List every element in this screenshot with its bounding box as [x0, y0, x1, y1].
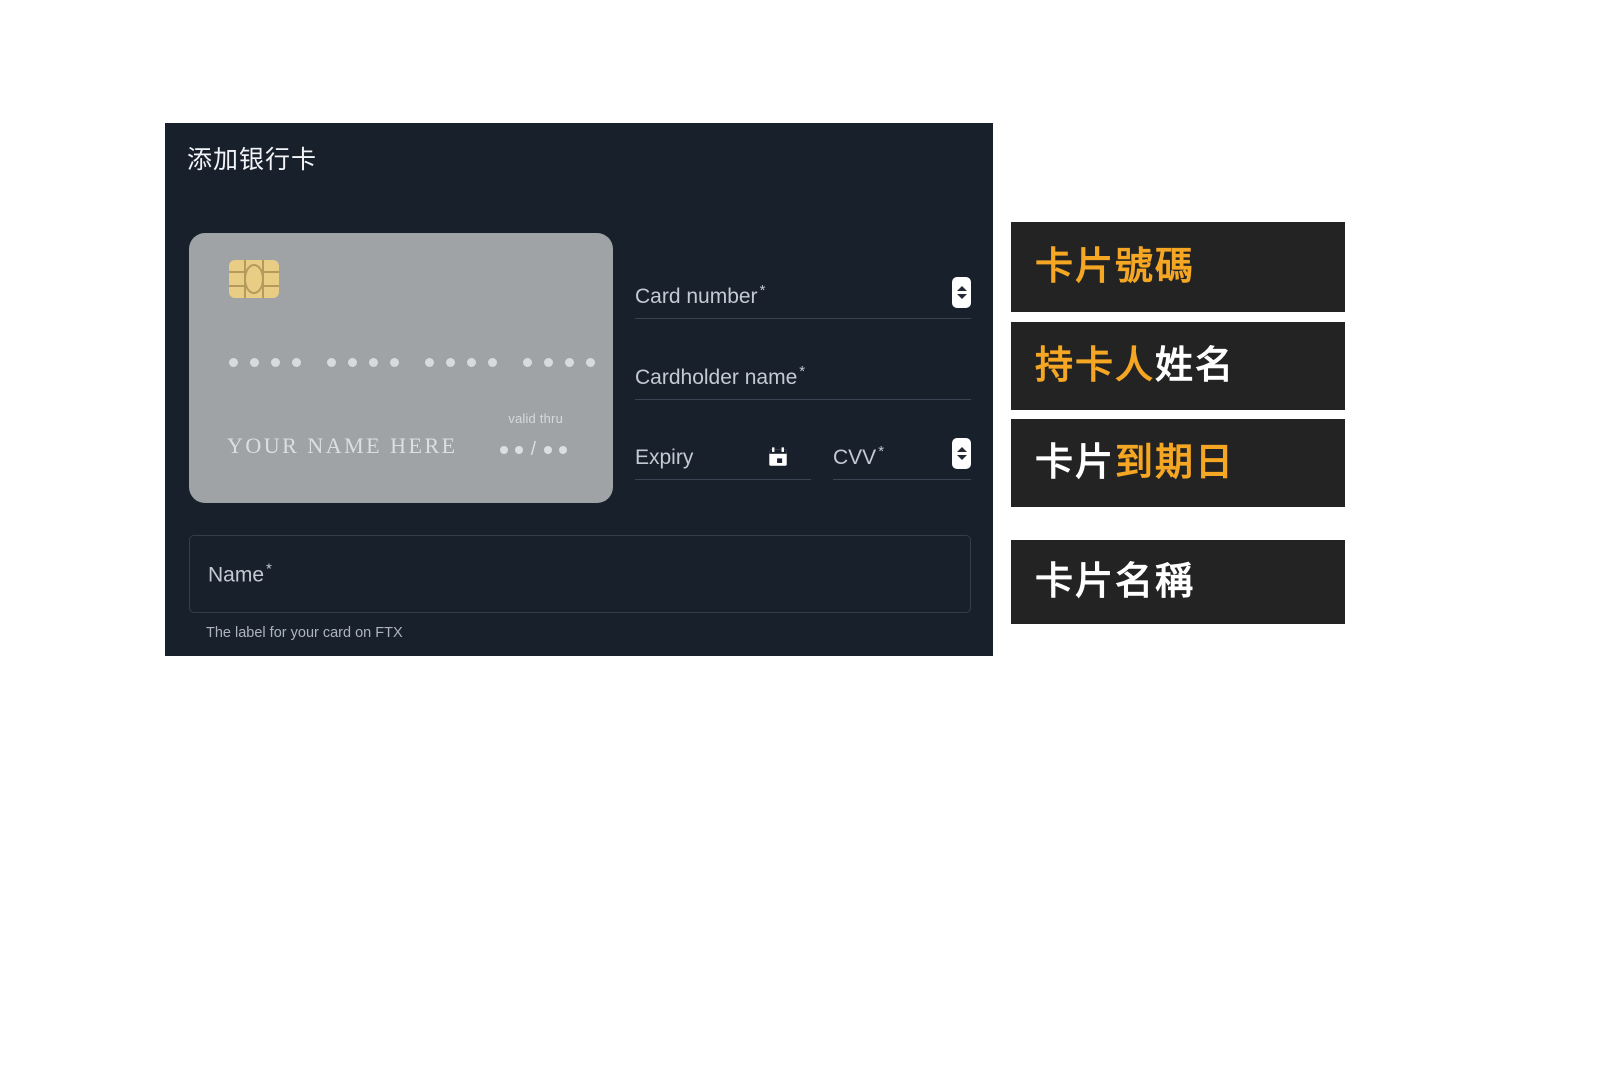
- callout-cardholder-name: 持卡人 姓名: [1011, 322, 1345, 410]
- page-title: 添加银行卡: [187, 146, 318, 174]
- callout-card-label: 卡片名稱: [1011, 540, 1345, 624]
- cvv-label: CVV *: [833, 443, 885, 469]
- card-label-helper-text: The label for your card on FTX: [206, 625, 403, 641]
- callout-lead-text: 卡片號碼: [1035, 246, 1196, 288]
- required-asterisk: *: [759, 282, 766, 299]
- callout-lead-text: 持卡人: [1035, 345, 1156, 387]
- number-spinner-icon[interactable]: [952, 438, 971, 469]
- branding-strip: f 虛擬貨幣買下全世界 Le 懶人經濟學 LOUNGER ECONOMICS: [0, 880, 1620, 1080]
- callout-lead-text: 卡片名稱: [1035, 561, 1196, 603]
- number-spinner-icon[interactable]: [952, 277, 971, 308]
- card-valid-thru-label: valid thru: [508, 411, 563, 426]
- callout-expiry: 卡片 到期日: [1011, 419, 1345, 507]
- calendar-icon[interactable]: [767, 446, 789, 468]
- card-number-placeholder-dots: [229, 358, 595, 367]
- screenshot-root: 添加银行卡 YOUR NAME HERE valid thru / Card n…: [0, 0, 1620, 1080]
- required-asterisk: *: [799, 363, 806, 380]
- callout-card-number: 卡片號碼: [1011, 222, 1345, 312]
- card-label-name-label: Name *: [208, 560, 272, 587]
- expiry-input[interactable]: Expiry: [635, 432, 811, 480]
- callout-lead-text: 卡片: [1035, 442, 1116, 484]
- card-number-label: Card number *: [635, 282, 766, 308]
- card-expiry-placeholder-dots: /: [499, 440, 567, 459]
- add-bank-card-panel: 添加银行卡 YOUR NAME HERE valid thru / Card n…: [165, 123, 993, 656]
- required-asterisk: *: [266, 560, 272, 578]
- card-cardholder-placeholder: YOUR NAME HERE: [227, 433, 458, 458]
- card-label-name-input[interactable]: Name *: [189, 535, 971, 613]
- required-asterisk: *: [878, 443, 885, 460]
- expiry-label: Expiry: [635, 446, 694, 469]
- chip-icon: [229, 260, 279, 298]
- cardholder-name-label: Cardholder name *: [635, 363, 806, 389]
- callout-tail-text: 姓名: [1155, 345, 1236, 387]
- cardholder-name-input[interactable]: Cardholder name *: [635, 352, 971, 400]
- cvv-input[interactable]: CVV *: [833, 432, 971, 480]
- callout-tail-text: 到期日: [1115, 442, 1236, 484]
- card-preview: YOUR NAME HERE valid thru /: [189, 233, 613, 503]
- card-number-input[interactable]: Card number *: [635, 271, 971, 319]
